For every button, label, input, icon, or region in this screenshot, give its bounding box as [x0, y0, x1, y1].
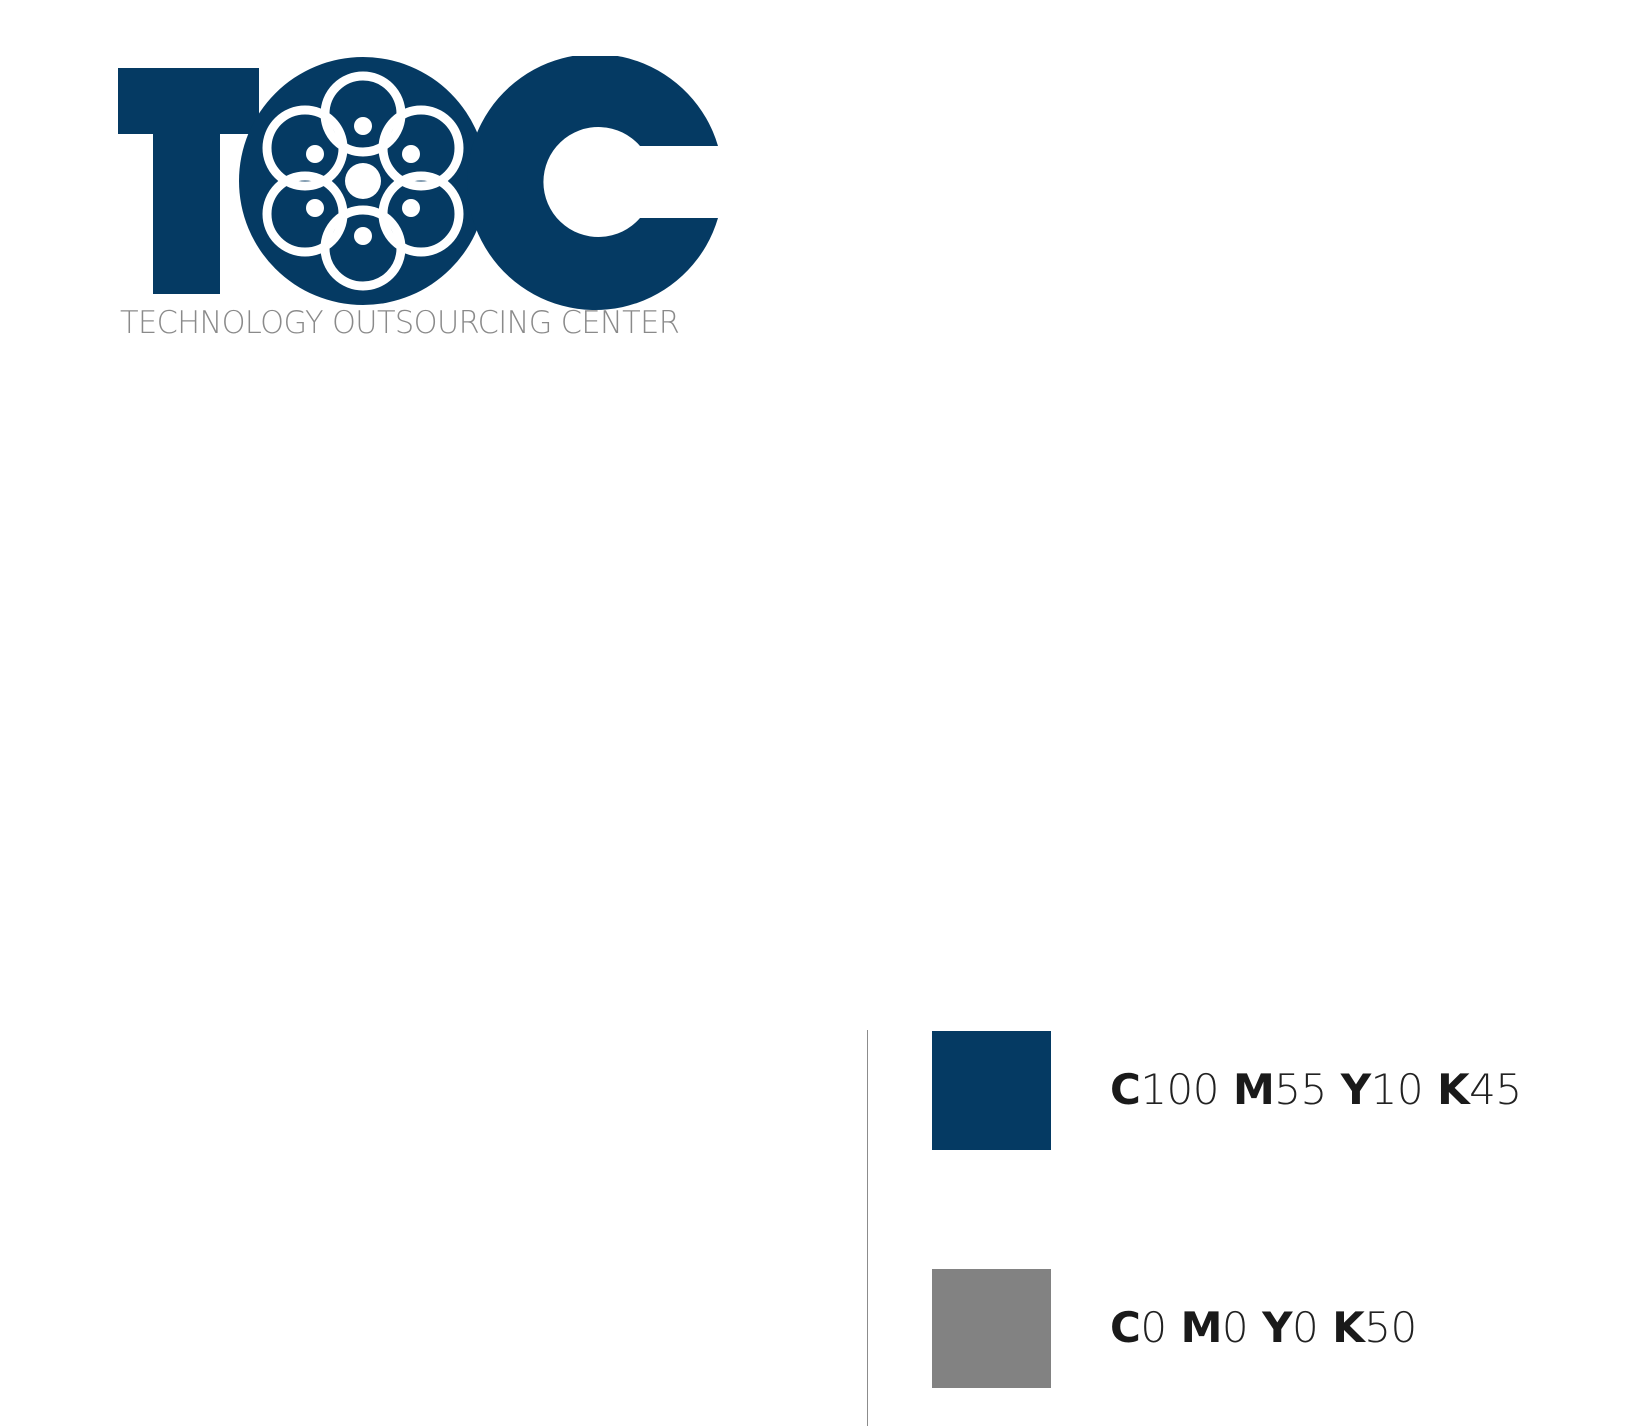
logo-letter-t: [118, 68, 259, 294]
cmyk-y-value: 10: [1370, 1065, 1424, 1114]
color-swatch-gray: [932, 1268, 1051, 1388]
cmyk-c-label: C: [1110, 1065, 1141, 1114]
cmyk-k-value: 50: [1364, 1303, 1417, 1352]
cmyk-k-value: 45: [1469, 1065, 1522, 1114]
cmyk-k-label: K: [1332, 1303, 1365, 1352]
divider: [867, 1030, 868, 1426]
cmyk-y-value: 0: [1292, 1303, 1319, 1352]
cmyk-m-value: 55: [1274, 1065, 1327, 1114]
cmyk-m-label: M: [1233, 1065, 1275, 1114]
cmyk-y-label: Y: [1340, 1065, 1371, 1114]
cmyk-k-label: K: [1437, 1065, 1470, 1114]
cmyk-y-label: Y: [1262, 1303, 1293, 1352]
cmyk-c-value: 0: [1140, 1303, 1167, 1352]
logo-letter-o: [239, 57, 487, 305]
color-spec-row-primary: C100 M55 Y10 K45: [932, 1030, 1522, 1150]
logo-tagline: TECHNOLOGY OUTSOURCING CENTER: [120, 305, 680, 341]
cmyk-m-label: M: [1180, 1303, 1223, 1352]
cmyk-spec-gray: C0 M0 Y0 K50: [1110, 1307, 1417, 1349]
cmyk-c-value: 100: [1140, 1065, 1219, 1114]
cmyk-c-label: C: [1110, 1303, 1141, 1352]
color-swatch-primary-blue: [932, 1030, 1051, 1150]
cmyk-m-value: 0: [1221, 1303, 1249, 1352]
color-spec-row-gray: C0 M0 Y0 K50: [932, 1268, 1417, 1388]
cmyk-spec-primary: C100 M55 Y10 K45: [1110, 1069, 1522, 1111]
logo-letter-c: [467, 56, 718, 310]
